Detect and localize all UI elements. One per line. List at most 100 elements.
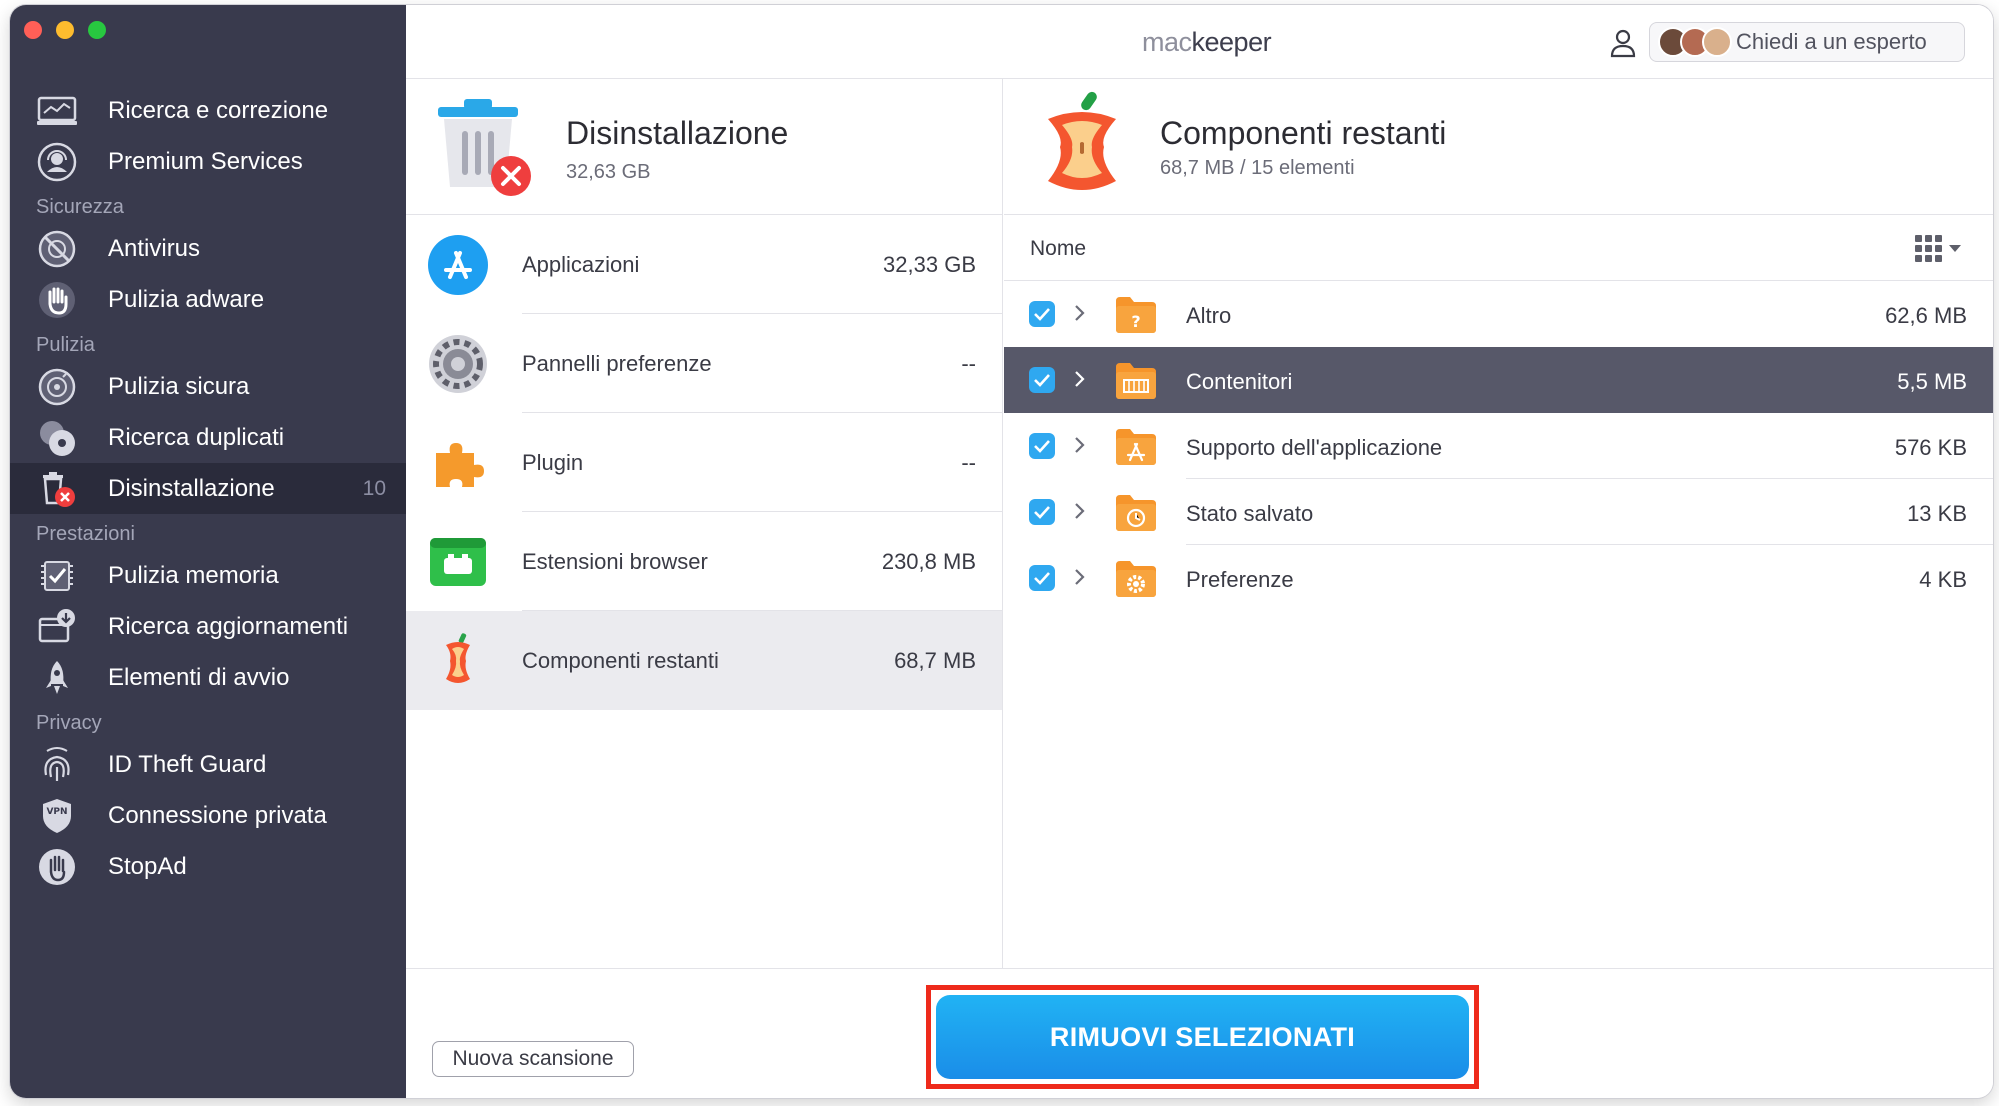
app-store-icon — [428, 235, 488, 295]
leftovers-header: Componenti restanti 68,7 MB / 15 element… — [1004, 79, 1993, 215]
chevron-right-icon[interactable] — [1074, 567, 1086, 592]
sidebar-item-label: Premium Services — [108, 147, 303, 175]
sidebar-item-id-theft-guard[interactable]: ID Theft Guard — [10, 739, 406, 790]
monitor-scan-icon — [36, 90, 78, 132]
sidebar-item-label: Connessione privata — [108, 801, 327, 829]
vpn-shield-icon: VPN — [36, 795, 78, 837]
leftover-size: 5,5 MB — [1897, 369, 1967, 394]
sidebar: Ricerca e correzione Premium Services Si… — [10, 5, 406, 1098]
sidebar-item-label: Elementi di avvio — [108, 663, 290, 691]
ask-expert-label: Chiedi a un esperto — [1736, 29, 1927, 54]
sidebar-item-duplicates[interactable]: Ricerca duplicati — [10, 412, 406, 463]
uninstaller-count-badge: 10 — [362, 476, 386, 500]
row-checkbox[interactable] — [1029, 499, 1055, 525]
category-applications[interactable]: Applicazioni 32,33 GB — [406, 215, 1002, 314]
account-icon[interactable] — [1607, 27, 1639, 59]
sidebar-item-label: ID Theft Guard — [108, 750, 267, 778]
zoom-window-button[interactable] — [88, 21, 106, 39]
chevron-right-icon[interactable] — [1074, 435, 1086, 460]
row-checkbox[interactable] — [1029, 367, 1055, 393]
stop-hand-icon — [36, 846, 78, 888]
category-plugins[interactable]: Plugin -- — [406, 413, 1002, 512]
leftover-row-app-support[interactable]: Supporto dell'applicazione 576 KB — [1004, 413, 1993, 479]
fingerprint-icon — [36, 744, 78, 786]
grid-view-icon[interactable] — [1915, 235, 1963, 268]
rocket-icon — [36, 657, 78, 699]
sidebar-item-label: Pulizia adware — [108, 285, 265, 313]
memory-chip-icon — [36, 555, 78, 597]
row-checkbox[interactable] — [1029, 301, 1055, 327]
sidebar-nav: Ricerca e correzione Premium Services Si… — [10, 85, 406, 892]
sidebar-item-uninstaller[interactable]: Disinstallazione 10 — [10, 463, 406, 514]
window-controls — [24, 21, 106, 39]
duplicate-discs-icon — [36, 417, 78, 459]
leftover-row-other[interactable]: ? Altro 62,6 MB — [1004, 281, 1993, 347]
app-window: Ricerca e correzione Premium Services Si… — [10, 5, 1993, 1098]
sidebar-item-scan[interactable]: Ricerca e correzione — [10, 85, 406, 136]
column-name-header[interactable]: Nome — [1030, 237, 1086, 261]
ask-expert-button[interactable]: Chiedi a un esperto — [1649, 22, 1965, 62]
sidebar-item-adware[interactable]: Pulizia adware — [10, 274, 406, 325]
uninstaller-title: Disinstallazione — [566, 115, 789, 151]
chevron-right-icon[interactable] — [1074, 501, 1086, 526]
sidebar-section-privacy: Privacy — [36, 712, 102, 734]
category-preference-panes[interactable]: Pannelli preferenze -- — [406, 314, 1002, 413]
sidebar-section-performance: Prestazioni — [36, 523, 135, 545]
leftover-row-saved-state[interactable]: Stato salvato 13 KB — [1004, 479, 1993, 545]
category-browser-extensions[interactable]: Estensioni browser 230,8 MB — [406, 512, 1002, 611]
leftovers-panel: Componenti restanti 68,7 MB / 15 element… — [1004, 79, 1993, 968]
expert-avatars — [1658, 27, 1732, 57]
apple-core-icon — [1040, 89, 1124, 206]
trash-uninstall-icon — [432, 93, 542, 208]
leftover-size: 4 KB — [1919, 567, 1967, 592]
minimize-window-button[interactable] — [56, 21, 74, 39]
sidebar-item-label: Pulizia sicura — [108, 372, 250, 400]
chevron-right-icon[interactable] — [1074, 369, 1086, 394]
uninstaller-total-size: 32,63 GB — [566, 161, 651, 183]
sidebar-item-premium-services[interactable]: Premium Services — [10, 136, 406, 187]
remove-selected-button[interactable]: RIMUOVI SELEZIONATI — [936, 995, 1469, 1079]
leftover-size: 62,6 MB — [1885, 303, 1967, 328]
category-size: 68,7 MB — [894, 648, 976, 673]
uninstaller-header: Disinstallazione 32,63 GB — [406, 79, 1002, 215]
sidebar-item-private-connection[interactable]: VPN Connessione privata — [10, 790, 406, 841]
leftover-label: Contenitori — [1186, 369, 1293, 394]
row-checkbox[interactable] — [1029, 433, 1055, 459]
leftovers-title: Componenti restanti — [1160, 115, 1447, 151]
category-list: Applicazioni 32,33 GB Pannelli preferenz… — [406, 215, 1002, 710]
sidebar-item-label: Ricerca e correzione — [108, 96, 329, 124]
chevron-right-icon[interactable] — [1074, 303, 1086, 328]
folder-gear-icon — [1114, 559, 1158, 604]
sidebar-item-antivirus[interactable]: Antivirus — [10, 223, 406, 274]
action-bar: Nuova scansione RIMUOVI SELEZIONATI — [406, 968, 1993, 1098]
category-size: -- — [961, 351, 976, 376]
sidebar-item-label: Antivirus — [108, 234, 201, 262]
apple-core-icon — [428, 631, 488, 691]
folder-container-icon — [1114, 361, 1158, 406]
sidebar-section-security: Sicurezza — [36, 196, 124, 218]
sidebar-item-login-items[interactable]: Elementi di avvio — [10, 652, 406, 703]
sidebar-item-updates[interactable]: Ricerca aggiornamenti — [10, 601, 406, 652]
leftover-label: Stato salvato — [1186, 501, 1314, 526]
trash-uninstall-icon — [36, 468, 78, 510]
leftover-label: Altro — [1186, 303, 1232, 328]
sidebar-item-memory[interactable]: Pulizia memoria — [10, 550, 406, 601]
folder-clock-icon — [1114, 493, 1158, 538]
new-scan-button[interactable]: Nuova scansione — [432, 1041, 634, 1077]
leftover-row-containers[interactable]: Contenitori 5,5 MB — [1004, 347, 1993, 413]
close-window-button[interactable] — [24, 21, 42, 39]
category-leftovers[interactable]: Componenti restanti 68,7 MB — [406, 611, 1002, 710]
row-checkbox[interactable] — [1029, 565, 1055, 591]
leftover-label: Supporto dell'applicazione — [1186, 435, 1443, 460]
sidebar-item-label: StopAd — [108, 852, 187, 880]
puzzle-icon — [428, 433, 488, 493]
browser-extension-icon — [428, 532, 488, 592]
leftover-row-preferences[interactable]: Preferenze 4 KB — [1004, 545, 1993, 611]
sidebar-item-stopad[interactable]: StopAd — [10, 841, 406, 892]
disk-clean-icon — [36, 366, 78, 408]
avatar — [1702, 27, 1732, 57]
sidebar-item-safe-cleanup[interactable]: Pulizia sicura — [10, 361, 406, 412]
gear-icon — [428, 334, 488, 394]
support-agent-icon — [36, 141, 78, 183]
sidebar-item-label: Ricerca aggiornamenti — [108, 612, 349, 640]
